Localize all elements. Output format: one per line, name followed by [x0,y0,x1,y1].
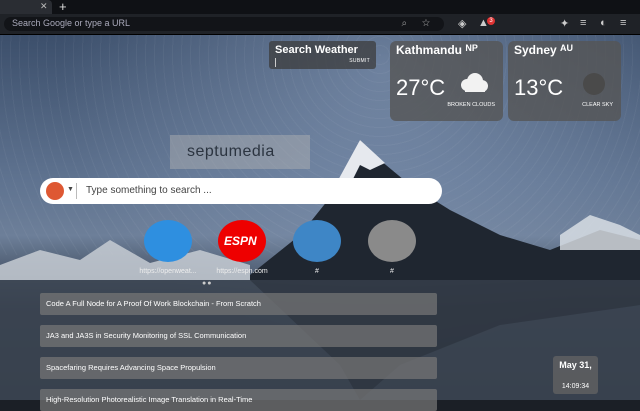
logo: septumedia [170,135,310,169]
cloud-icon [461,73,488,92]
divider [76,183,77,199]
profile-icon[interactable]: ◐ [600,17,607,29]
espn-icon: ESPN [218,220,266,262]
pagination-dots[interactable]: ●● [202,280,212,287]
tile-label: https://espn.com [216,268,268,275]
weather-city-name: Kathmandu [396,43,462,57]
weather-condition: CLEAR SKY [582,102,613,108]
weather-card-kathmandu: Kathmandu NP 27°C BROKEN CLOUDS [390,41,503,121]
address-toolbar: Search Google or type a URL ⌕ ☆ [0,14,640,35]
weather-search-input[interactable] [275,58,276,67]
brave-shield-icon[interactable]: ◈ [458,17,466,30]
zoom-icon[interactable]: ⌕ ☆ [401,18,436,29]
new-tab-button[interactable]: + [59,0,67,14]
folders-icon [368,220,416,262]
tile-label: # [315,268,319,275]
news-item[interactable]: Code A Full Node for A Proof Of Work Blo… [40,293,437,315]
tab-strip: ✕ + [0,0,640,14]
weather-city: Kathmandu NP [396,43,478,57]
clock-date: May 31, [559,360,592,370]
news-title: JA3 and JA3S in Security Monitoring of S… [46,331,247,340]
news-item[interactable]: JA3 and JA3S in Security Monitoring of S… [40,325,437,347]
clock-time: 14:09:34 [561,383,590,390]
playlist-icon[interactable]: ≡ [580,17,586,29]
weather-search-box[interactable]: Search Weather SUBMIT [269,41,376,69]
news-item[interactable]: High-Resolution Photorealistic Image Tra… [40,389,437,411]
weather-condition: BROKEN CLOUDS [447,102,495,108]
notification-badge: 3 [487,17,495,25]
news-item[interactable]: Spacefaring Requires Advancing Space Pro… [40,357,437,379]
weather-submit-button[interactable]: SUBMIT [349,58,370,64]
duckduckgo-icon[interactable] [46,182,64,200]
weather-card-sydney: Sydney AU 13°C CLEAR SKY [508,41,621,121]
weather-city-name: Sydney [514,43,557,57]
search-input[interactable]: Type something to search ... [86,185,212,196]
tile-book[interactable] [293,220,341,262]
weather-icon [144,220,192,262]
tile-label: https://openweat... [139,268,197,275]
tab-active[interactable]: ✕ [0,0,52,14]
moon-icon [583,73,605,95]
extensions-icon[interactable]: ✦ [560,17,569,30]
news-title: Spacefaring Requires Advancing Space Pro… [46,363,216,372]
weather-city: Sydney AU [514,43,573,57]
weather-temperature: 27°C [396,75,446,100]
menu-icon[interactable]: ≡ [620,17,626,29]
weather-search-title: Search Weather [275,44,358,56]
weather-temperature: 13°C [514,75,564,100]
book-icon [293,220,341,262]
search-bar[interactable]: ▼ Type something to search ... [40,178,442,204]
tile-folders[interactable] [368,220,416,262]
chevron-down-icon[interactable]: ▼ [67,186,74,193]
close-icon[interactable]: ✕ [40,1,48,12]
tile-label: # [390,268,394,275]
tile-espn[interactable]: ESPN [218,220,266,262]
news-title: Code A Full Node for A Proof Of Work Blo… [46,299,261,308]
weather-country-code: NP [465,43,478,53]
weather-country-code: AU [560,43,574,53]
tile-openweather[interactable] [144,220,192,262]
address-placeholder: Search Google or type a URL [12,18,131,28]
logo-text: septumedia [187,143,275,160]
espn-logo-text: ESPN [224,234,257,248]
clock-widget: May 31, 14:09:34 [553,356,598,394]
address-input[interactable]: Search Google or type a URL ⌕ ☆ [4,17,444,31]
